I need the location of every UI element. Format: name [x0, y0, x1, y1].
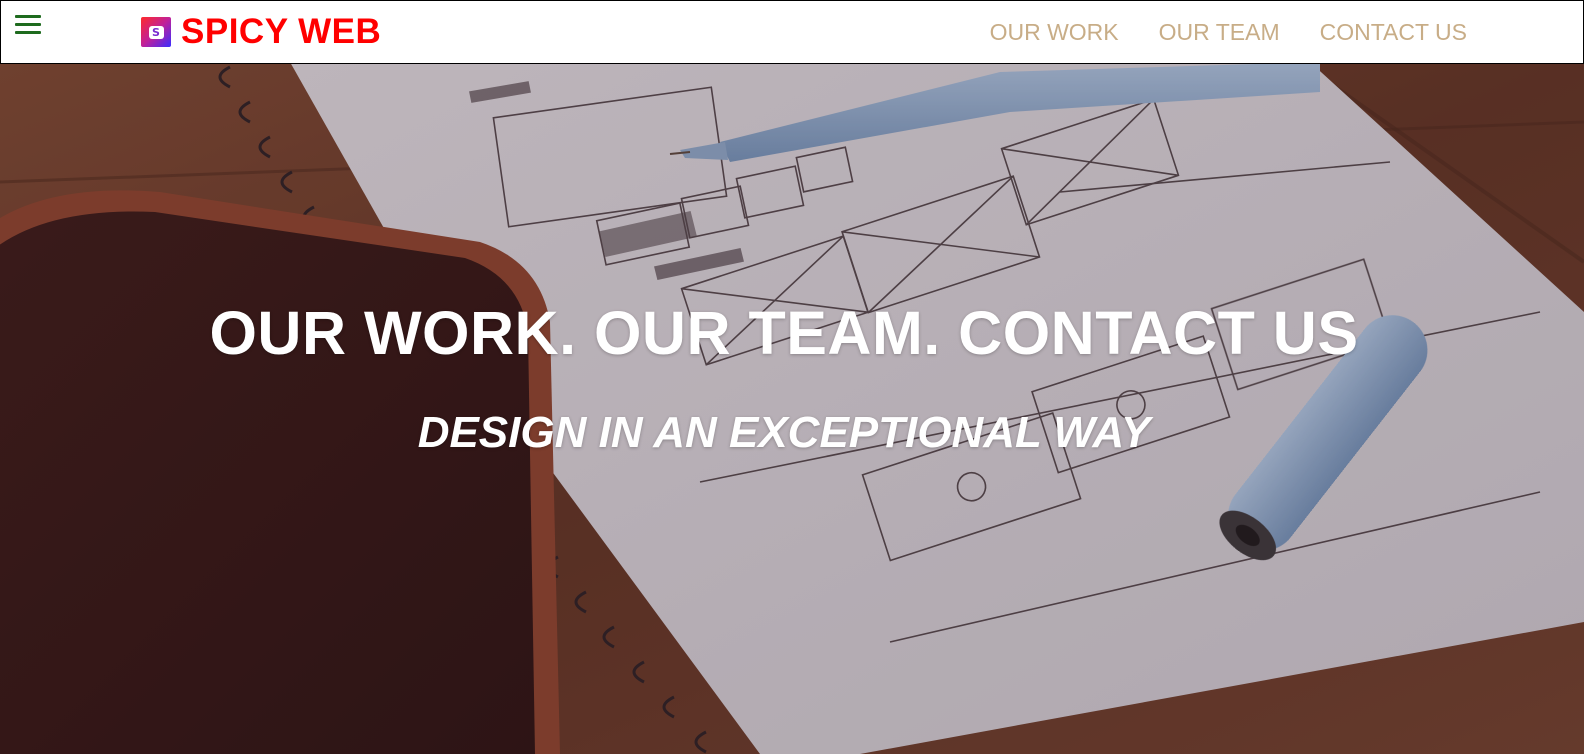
menu-bar-top [15, 15, 41, 18]
hamburger-menu-icon[interactable] [15, 15, 41, 37]
menu-bar-bottom [15, 31, 41, 34]
hero-title: OUR WORK. OUR TEAM. CONTACT US [209, 299, 1359, 367]
spicy-web-logo-icon: S [141, 17, 171, 47]
top-navbar: S SPICY WEB OUR WORK OUR TEAM CONTACT US [0, 0, 1584, 64]
nav-links: OUR WORK OUR TEAM CONTACT US [950, 1, 1467, 63]
nav-link-our-work[interactable]: OUR WORK [990, 19, 1119, 46]
hero-subtitle: DESIGN IN AN EXCEPTIONAL WAY [417, 408, 1151, 457]
logo-icon-letter: S [148, 25, 164, 39]
menu-bar-middle [15, 23, 41, 26]
nav-link-our-team[interactable]: OUR TEAM [1159, 19, 1280, 46]
brand-name: SPICY WEB [181, 12, 382, 51]
hero-section: OUR WORK. OUR TEAM. CONTACT US DESIGN IN… [0, 62, 1584, 754]
nav-link-contact-us[interactable]: CONTACT US [1320, 19, 1467, 46]
brand-logo-link[interactable]: S SPICY WEB [141, 12, 381, 52]
page: S SPICY WEB OUR WORK OUR TEAM CONTACT US [0, 0, 1584, 754]
